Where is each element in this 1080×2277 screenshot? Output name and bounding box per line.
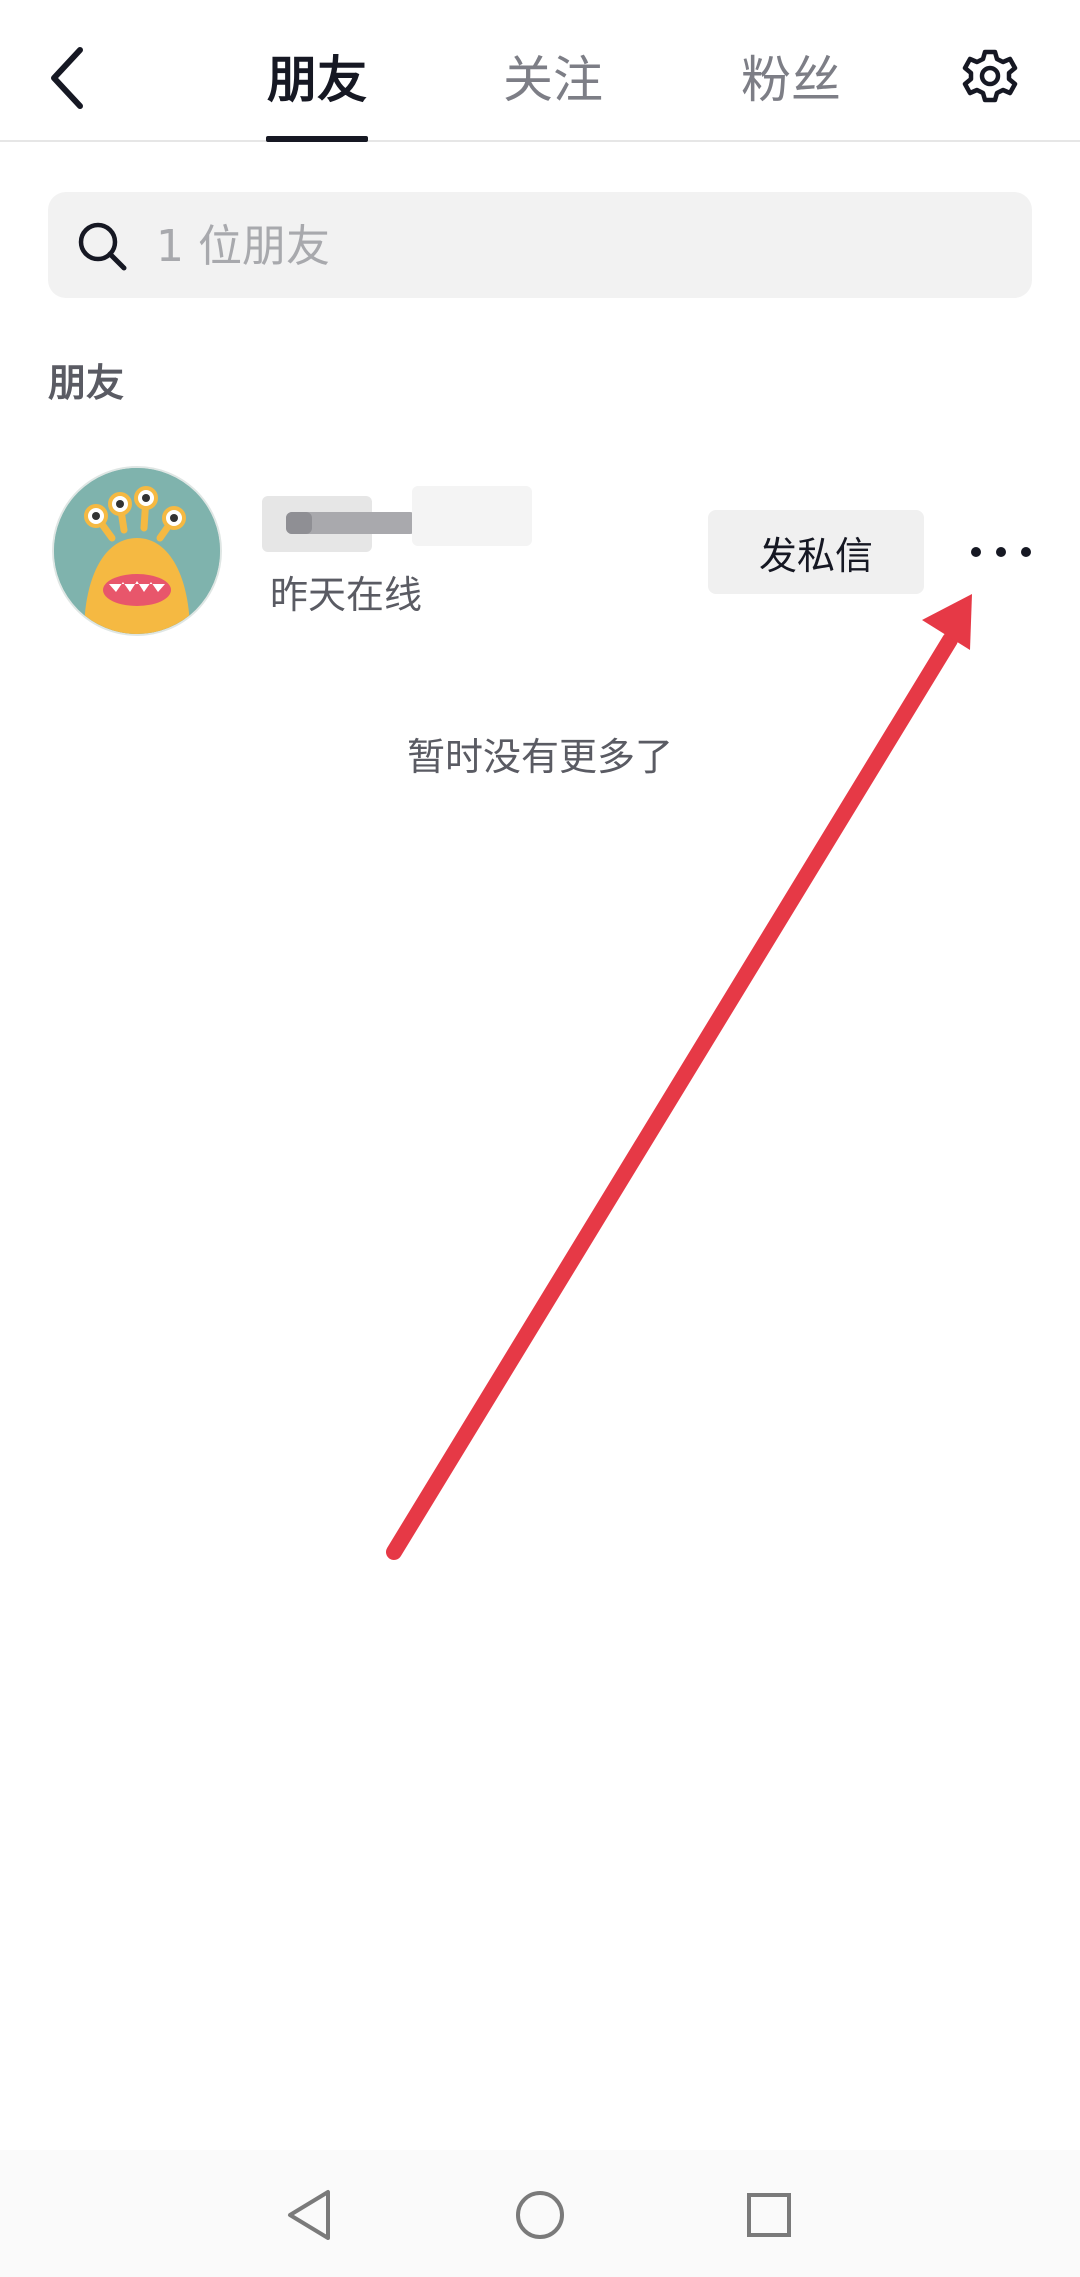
nav-home-button[interactable] (505, 2180, 575, 2250)
search-bar[interactable] (48, 192, 1032, 300)
more-horizontal-icon (971, 547, 1031, 557)
active-tab-indicator (266, 136, 368, 142)
recents-square-icon (747, 2193, 791, 2237)
avatar[interactable] (52, 466, 222, 636)
tab-fans[interactable]: 粉丝 (732, 40, 850, 120)
no-more-text: 暂时没有更多了 (406, 735, 673, 779)
online-status: 昨天在线 (270, 573, 423, 617)
more-options-button[interactable] (966, 532, 1036, 572)
system-nav-bar (0, 2150, 1080, 2277)
tab-friends[interactable]: 朋友 (258, 40, 376, 120)
home-circle-icon (516, 2191, 564, 2239)
friend-list-item[interactable]: 昨天在线 发私信 (0, 456, 1080, 646)
settings-button[interactable] (960, 46, 1020, 106)
nav-recents-button[interactable] (734, 2180, 804, 2250)
chevron-left-icon (51, 47, 83, 109)
gear-icon (962, 49, 1018, 103)
send-message-button[interactable]: 发私信 (708, 510, 924, 594)
tab-following[interactable]: 关注 (494, 40, 612, 120)
search-input[interactable] (154, 192, 1008, 300)
top-bar: 朋友 关注 粉丝 (0, 0, 1080, 142)
annotation-arrow-icon (386, 594, 972, 1560)
back-button[interactable] (40, 38, 100, 118)
back-triangle-icon (288, 2190, 330, 2240)
monster-avatar-icon (54, 468, 220, 634)
section-title: 朋友 (48, 361, 125, 405)
nav-back-button[interactable] (276, 2180, 346, 2250)
friend-name-blurred (262, 486, 542, 556)
search-icon (78, 222, 127, 271)
